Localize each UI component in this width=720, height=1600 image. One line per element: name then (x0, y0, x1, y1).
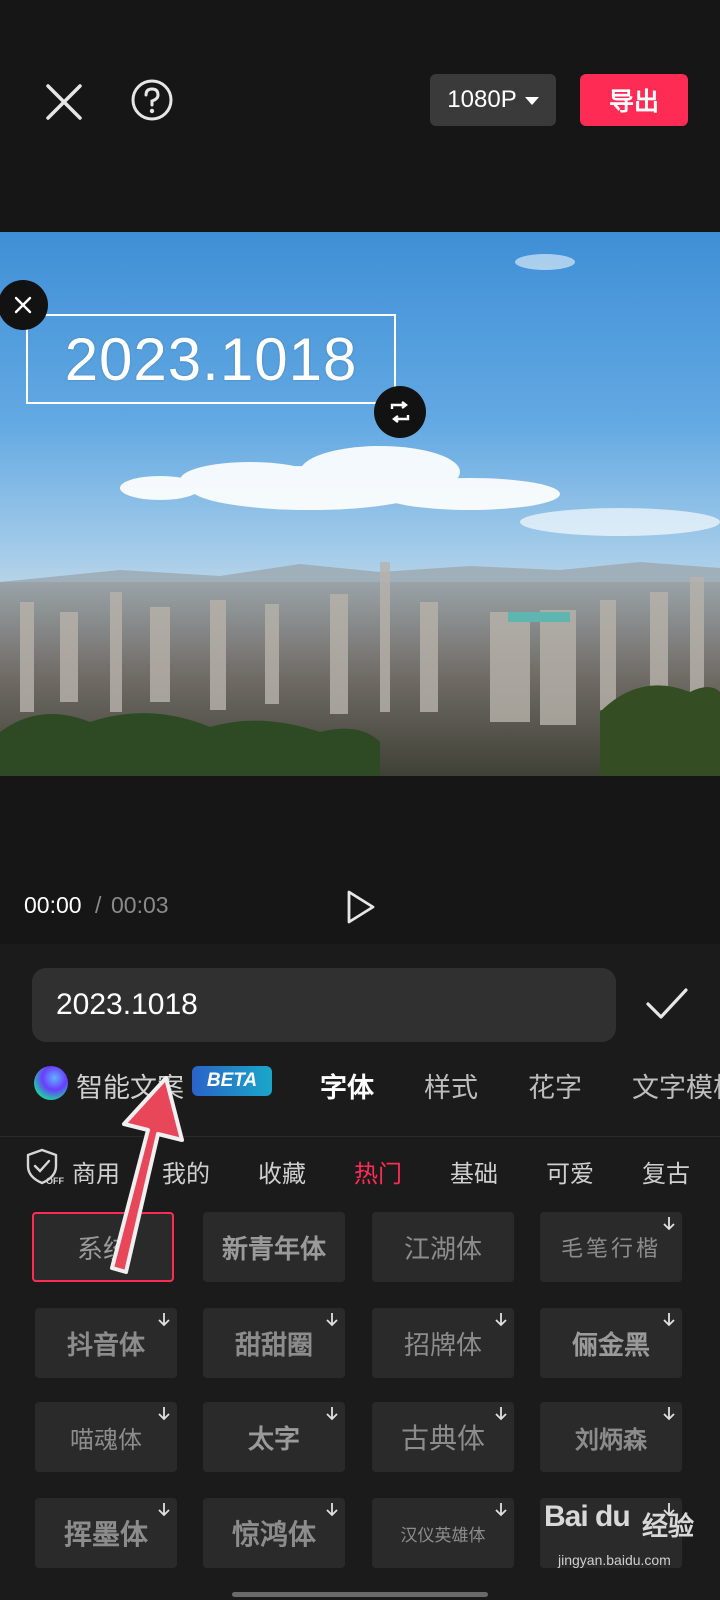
category-favorites[interactable]: 收藏 (258, 1154, 306, 1189)
divider (0, 1136, 720, 1137)
font-tile[interactable]: 新青年体 (203, 1212, 345, 1282)
resolution-dropdown[interactable]: 1080P (430, 74, 556, 126)
font-name: 系统 (76, 1234, 129, 1265)
font-categories: OFF 商用 我的 收藏 热门 基础 可爱 复古 (0, 1142, 720, 1204)
home-indicator (232, 1592, 488, 1597)
font-name: 甜甜圈 (234, 1330, 313, 1361)
font-name: 刘炳森 (575, 1425, 647, 1454)
category-mine[interactable]: 我的 (162, 1154, 210, 1189)
font-tile[interactable]: 汉仪英雄体 (372, 1498, 514, 1568)
category-commercial[interactable]: 商用 (72, 1154, 120, 1189)
font-name: 古典体 (400, 1422, 485, 1455)
category-hot[interactable]: 热门 (354, 1154, 402, 1189)
help-icon[interactable] (128, 76, 176, 124)
text-input-field[interactable]: 2023.1018 (32, 968, 616, 1042)
download-icon (158, 1503, 170, 1517)
download-icon (326, 1407, 338, 1421)
category-basic[interactable]: 基础 (450, 1154, 498, 1189)
watermark-url: jingyan.baidu.com (558, 1552, 671, 1568)
download-icon (495, 1407, 507, 1421)
time-separator: / (95, 892, 102, 918)
tab-fancy-text[interactable]: 花字 (528, 1066, 582, 1105)
download-icon (663, 1217, 675, 1231)
font-tile[interactable]: 江湖体 (372, 1212, 514, 1282)
delete-text-button[interactable] (0, 280, 48, 330)
font-tile[interactable]: 挥墨体 (35, 1498, 177, 1568)
download-icon (326, 1313, 338, 1327)
video-preview[interactable]: 2023.1018 (0, 232, 720, 776)
font-tile[interactable]: 喵魂体 (35, 1402, 177, 1472)
font-tile[interactable]: 招牌体 (372, 1308, 514, 1378)
font-name: 江湖体 (403, 1234, 482, 1265)
text-overlay-box[interactable]: 2023.1018 (26, 314, 396, 404)
play-icon[interactable] (344, 888, 378, 926)
font-name: 俪金黑 (571, 1330, 650, 1361)
font-tile[interactable]: 太字 (203, 1402, 345, 1472)
font-name: 挥墨体 (63, 1518, 148, 1551)
svg-text:OFF: OFF (46, 1176, 64, 1186)
download-icon (158, 1313, 170, 1327)
font-tile[interactable]: 抖音体 (35, 1308, 177, 1378)
current-time: 00:00 (24, 892, 82, 918)
font-name: 惊鸿体 (231, 1518, 316, 1551)
font-tile[interactable]: 毛笔行楷 (540, 1212, 682, 1282)
download-icon (326, 1503, 338, 1517)
tab-style[interactable]: 样式 (424, 1066, 478, 1105)
tab-font[interactable]: 字体 (320, 1066, 374, 1105)
category-retro[interactable]: 复古 (642, 1154, 690, 1189)
ai-copywriting-tab[interactable]: 智能文案 (76, 1066, 184, 1105)
watermark-logo: Bai du (544, 1500, 631, 1533)
font-name: 毛笔行楷 (560, 1237, 661, 1262)
baidu-jingyan-watermark: Bai du 经验 jingyan.baidu.com (544, 1492, 714, 1588)
download-icon (495, 1503, 507, 1517)
font-name: 招牌体 (403, 1330, 482, 1361)
font-name: 汉仪英雄体 (400, 1525, 486, 1546)
category-cute[interactable]: 可爱 (546, 1154, 594, 1189)
font-name: 太字 (247, 1424, 300, 1455)
font-name: 新青年体 (221, 1234, 326, 1265)
check-icon[interactable] (644, 984, 690, 1024)
download-icon (663, 1313, 675, 1327)
download-icon (663, 1407, 675, 1421)
caret-down-icon (524, 97, 539, 105)
download-icon (495, 1313, 507, 1327)
font-tile[interactable]: 甜甜圈 (203, 1308, 345, 1378)
font-tile[interactable]: 古典体 (372, 1402, 514, 1472)
beta-badge: BETA (192, 1066, 272, 1096)
font-name: 喵魂体 (70, 1425, 142, 1454)
resolution-label: 1080P (447, 86, 517, 113)
font-name: 抖音体 (66, 1330, 145, 1361)
close-icon[interactable] (38, 76, 90, 128)
rotate-icon (390, 401, 410, 423)
font-tile[interactable]: 刘炳森 (540, 1402, 682, 1472)
tab-text-template[interactable]: 文字模板 (632, 1066, 720, 1105)
watermark-label: 经验 (642, 1512, 695, 1542)
top-bar: 1080P 导出 (0, 0, 720, 232)
rotate-scale-handle[interactable] (374, 386, 426, 438)
font-tile[interactable]: 系统 (32, 1212, 174, 1282)
total-time: 00:03 (111, 892, 169, 918)
export-button[interactable]: 导出 (580, 74, 688, 126)
font-tile[interactable]: 惊鸿体 (203, 1498, 345, 1568)
font-tile[interactable]: 俪金黑 (540, 1308, 682, 1378)
commercial-off-icon[interactable]: OFF (24, 1146, 64, 1186)
download-icon (158, 1407, 170, 1421)
ai-orb-icon[interactable] (34, 1066, 68, 1100)
close-icon (14, 296, 32, 314)
editor-tabs: 智能文案 BETA 字体 样式 花字 文字模板 (0, 1046, 720, 1118)
